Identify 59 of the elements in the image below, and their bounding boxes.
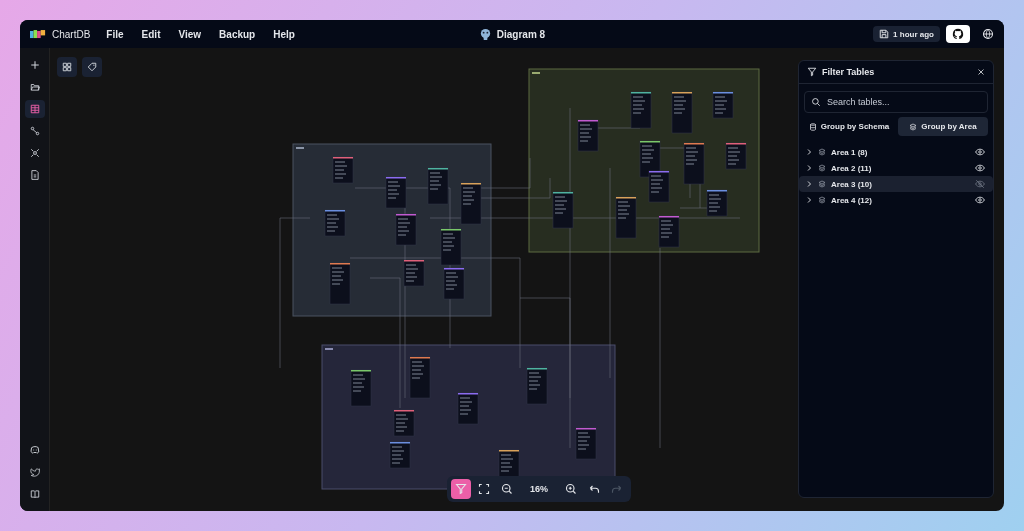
save-status-button[interactable]: 1 hour ago [873, 26, 940, 42]
fullscreen-icon [478, 483, 490, 495]
diagram-title[interactable]: Diagram 8 [496, 28, 546, 40]
group-toggle[interactable]: Group by Schema [804, 117, 894, 136]
close-icon[interactable] [977, 68, 985, 76]
logo-icon [30, 28, 46, 40]
github-button[interactable] [946, 25, 970, 43]
tables-button[interactable] [24, 100, 45, 118]
menu-item[interactable]: Edit [135, 28, 167, 40]
search-icon [811, 97, 821, 107]
search-field[interactable]: Search tables... [804, 91, 988, 113]
filter-icon [807, 67, 817, 77]
zoom-out-icon [501, 483, 513, 495]
table-icon [29, 104, 40, 114]
area-label: Area 1 (8) [831, 147, 869, 157]
layers-icon [818, 196, 826, 204]
app-name: ChartDB [52, 28, 91, 40]
book-icon [29, 489, 40, 499]
save-icon [879, 29, 890, 39]
undo-icon [588, 483, 600, 495]
menu-item[interactable]: Backup [213, 28, 262, 40]
globe-icon[interactable] [982, 28, 994, 40]
eye-off-icon[interactable] [975, 179, 985, 189]
eye-icon[interactable] [975, 147, 985, 157]
layers-icon [818, 164, 826, 172]
grid-icon [62, 62, 72, 72]
area-row[interactable]: Area 4 (12) [799, 192, 993, 208]
github-icon [952, 28, 964, 40]
area-row[interactable]: Area 3 (10) [799, 176, 993, 192]
group-toggle[interactable]: Group by Area [898, 117, 988, 136]
eye-icon[interactable] [975, 163, 985, 173]
eye-icon[interactable] [975, 195, 985, 205]
area-label: Area 4 (12) [831, 195, 873, 205]
gamepad-icon [29, 445, 40, 455]
folder-icon [29, 82, 40, 92]
area-row[interactable]: Area 2 (11) [799, 160, 993, 176]
layers-icon [909, 122, 918, 131]
menu-item[interactable]: View [172, 28, 208, 40]
filter-icon [455, 483, 467, 495]
redo-icon [611, 483, 623, 495]
layout-button[interactable] [57, 57, 77, 77]
tag-button[interactable] [82, 57, 102, 77]
area-label: Area 3 (10) [831, 179, 873, 189]
zoom-in-icon [565, 483, 577, 495]
area-row[interactable]: Area 1 (8) [799, 144, 993, 160]
area-label: Area 2 (11) [831, 163, 873, 173]
tag-icon [87, 62, 97, 72]
panel-title: Filter Tables [822, 67, 876, 77]
bird-icon [29, 467, 40, 477]
layers-icon [818, 148, 826, 156]
nodes-icon [29, 148, 40, 158]
filter-button[interactable] [451, 479, 471, 499]
menu-item[interactable]: Help [267, 28, 301, 40]
file-icon [29, 170, 40, 180]
plus-icon [29, 60, 40, 70]
zoom-level: 16% [529, 484, 549, 494]
menu-item[interactable]: File [100, 28, 130, 40]
link-icon [29, 126, 40, 136]
layers-icon [818, 180, 826, 188]
